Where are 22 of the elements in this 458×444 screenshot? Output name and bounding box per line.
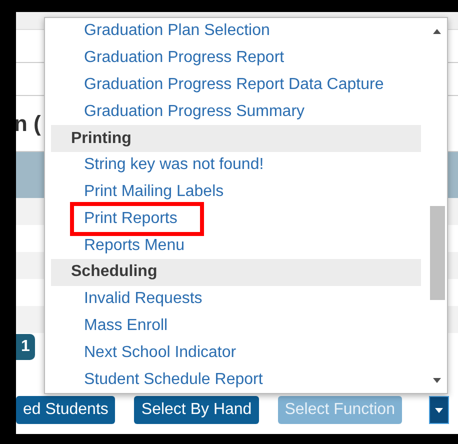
dropdown-caret-button[interactable] — [429, 396, 449, 424]
menu-item[interactable]: Graduation Plan Selection — [84, 19, 270, 44]
action-button[interactable]: Select By Hand — [134, 396, 259, 424]
scrollbar-thumb[interactable] — [430, 206, 445, 300]
menu-item[interactable]: Graduation Progress Report — [84, 46, 284, 70]
page-number-button[interactable]: 1 — [16, 334, 35, 360]
menu-item[interactable]: Student Schedule Report — [84, 368, 263, 392]
menu-item[interactable]: Graduation Progress Report Data Capture — [84, 72, 384, 97]
caret-icon — [435, 408, 443, 412]
menu-item[interactable]: Reports Menu — [84, 234, 184, 258]
menu-item[interactable]: Invalid Requests — [84, 287, 202, 312]
menu-item[interactable]: String key was not found! — [84, 153, 264, 178]
menu-item[interactable]: Graduation Progress Summary — [84, 100, 305, 124]
menu-item[interactable]: Next School Indicator — [84, 340, 236, 365]
menu-group-header: Scheduling — [51, 259, 421, 286]
scroll-down-icon[interactable] — [433, 378, 441, 383]
menu-group-header: Printing — [51, 125, 421, 152]
menu-item[interactable]: Print Mailing Labels — [84, 180, 224, 204]
scrollbar[interactable] — [427, 18, 447, 393]
action-button[interactable]: ed Students — [16, 396, 116, 424]
menu-item[interactable]: Mass Enroll — [84, 314, 168, 338]
menu-item[interactable]: Print Reports — [84, 206, 178, 231]
